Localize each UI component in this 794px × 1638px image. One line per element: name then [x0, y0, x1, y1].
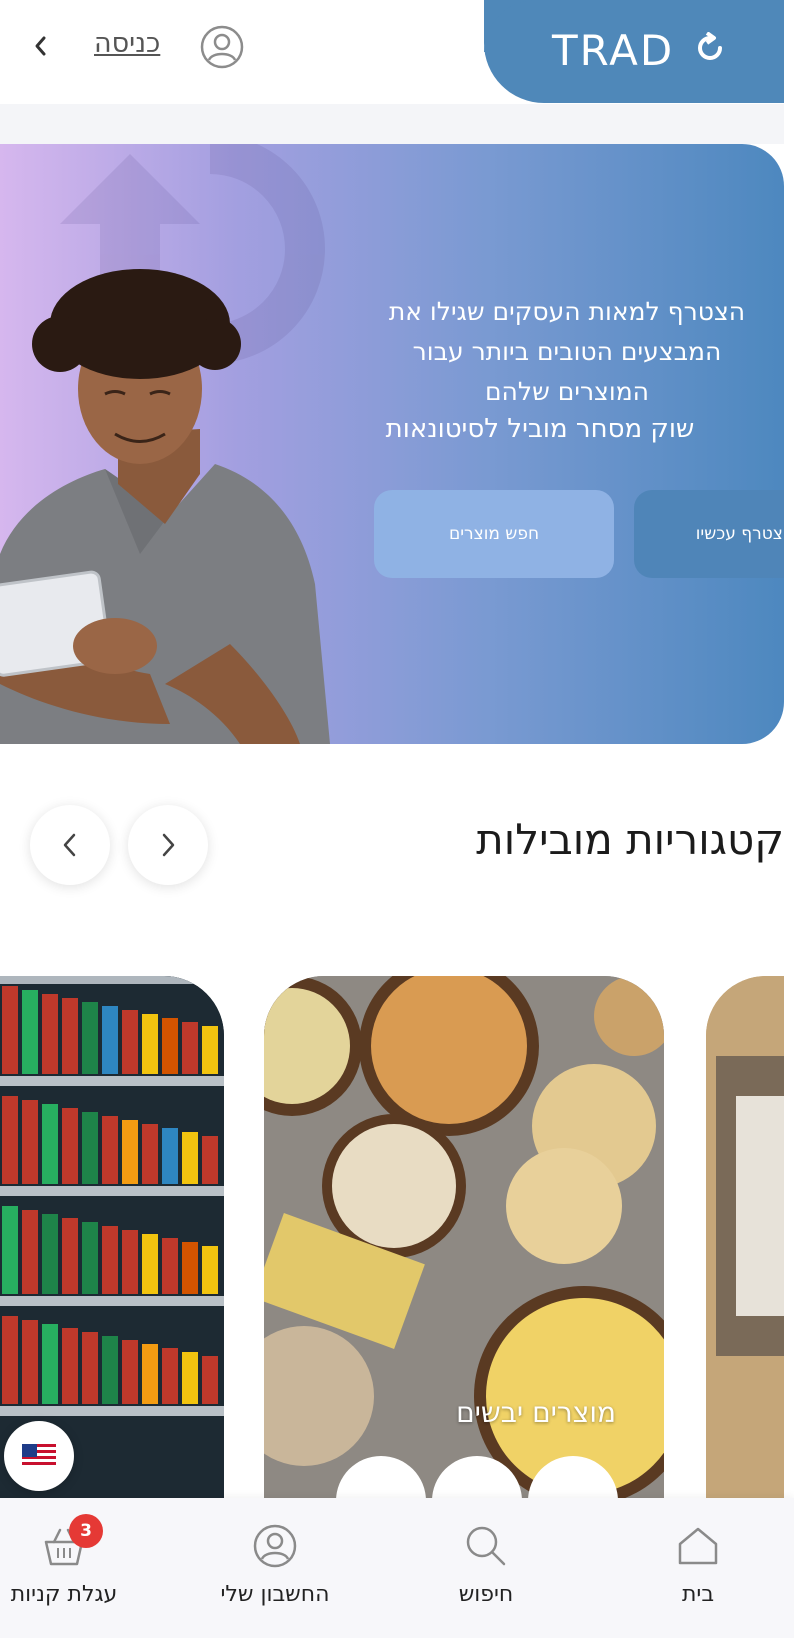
carousel-prev-button[interactable] — [30, 805, 110, 885]
nav-home[interactable]: בית — [598, 1498, 794, 1638]
nav-cart-label: עגלת קניות — [10, 1582, 118, 1607]
user-icon[interactable] — [200, 25, 244, 69]
nav-search-label: חיפוש — [458, 1582, 514, 1607]
us-flag-icon — [22, 1444, 56, 1468]
chevron-right-icon — [162, 833, 175, 857]
nav-home-label: בית — [681, 1582, 715, 1607]
category-image — [706, 976, 784, 1498]
logo-text: TRAD — [552, 26, 675, 75]
search-products-button[interactable]: חפש מוצרים — [374, 490, 614, 578]
language-selector-button[interactable] — [4, 1421, 74, 1491]
logo-refresh-icon — [698, 32, 722, 60]
search-icon — [466, 1526, 506, 1566]
hero-banner: הצטרף למאות העסקים שגילו את המבצעים הטוב… — [0, 144, 784, 744]
nav-account[interactable]: החשבון שלי — [175, 1498, 375, 1638]
category-card-snacks[interactable] — [0, 976, 224, 1498]
nav-search[interactable]: חיפוש — [386, 1498, 586, 1638]
top-categories-title: קטגוריות מובילות — [476, 815, 784, 864]
category-label-dry-goods: מוצרים יבשים — [456, 1396, 616, 1429]
category-card-partial[interactable] — [706, 976, 784, 1498]
nav-account-label: החשבון שלי — [220, 1582, 330, 1607]
home-icon — [678, 1527, 718, 1565]
chevron-left-icon — [63, 833, 76, 857]
logo[interactable]: TRAD — [484, 0, 784, 103]
carousel-next-button[interactable] — [128, 805, 208, 885]
snack-shelves-image — [0, 976, 224, 1498]
bottom-navigation: בית חיפוש החשבון שלי 3 עגלת קניות — [0, 1498, 794, 1638]
app-header: TRAD כניסה — [0, 0, 784, 104]
hero-title: הצטרף למאות העסקים שגילו את המבצעים הטוב… — [388, 297, 746, 406]
category-card-dry-goods[interactable]: מוצרים יבשים — [264, 976, 664, 1498]
hero-subtitle: שוק מסחר מוביל לסיטונאות — [385, 414, 695, 444]
chevron-left-icon[interactable] — [28, 30, 52, 62]
person-with-tablet-image — [0, 269, 330, 744]
login-link[interactable]: כניסה — [94, 28, 160, 59]
cart-count-badge: 3 — [69, 1514, 103, 1548]
header-divider — [0, 104, 784, 144]
join-now-button[interactable]: הצטרף עכשיו — [634, 490, 784, 578]
user-icon — [253, 1524, 297, 1568]
nav-cart[interactable]: 3 עגלת קניות — [0, 1498, 164, 1638]
